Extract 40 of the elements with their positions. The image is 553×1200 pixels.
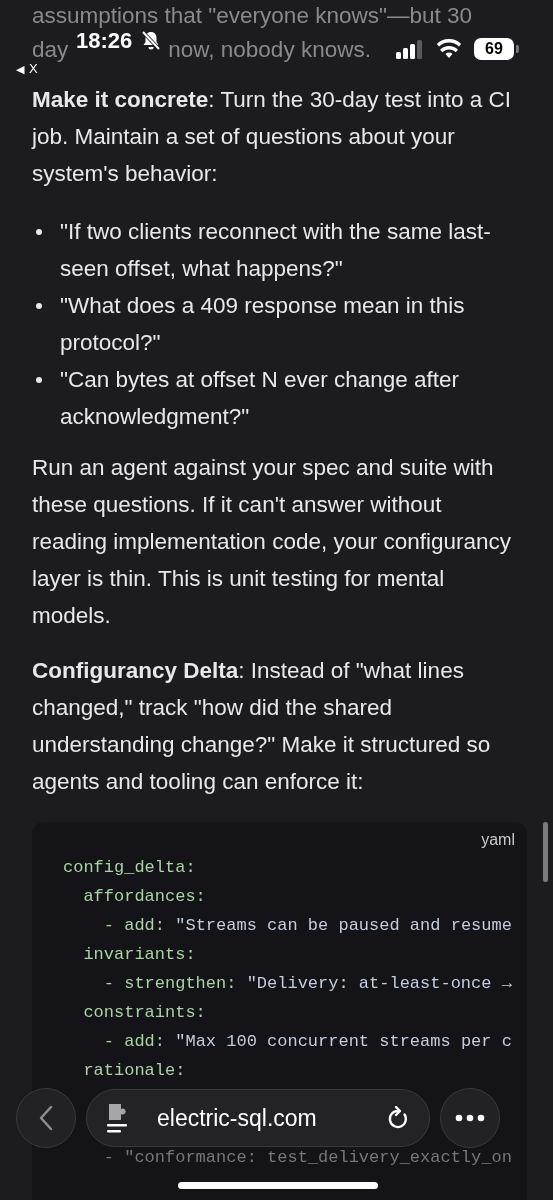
list-item-text: "If two clients reconnect with the same last-seen offset, what happens?" bbox=[60, 218, 492, 283]
bullet-icon bbox=[36, 303, 42, 309]
paragraph-text: Run an agent against your spec and suite with these questions. If it can't answer without reading implementation code, your configurancy layer is thin. This is unit testing for mental models. bbox=[32, 454, 513, 630]
code-text: "Streams can be paused and resume bbox=[174, 915, 512, 937]
paragraph-text: Configurancy Delta: Instead of "what lines changed," track "how did the shared understanding change?" Make it structured so agents and tooling can enforce it: bbox=[32, 657, 492, 796]
more-icon bbox=[455, 1114, 485, 1122]
code-text: affordances: bbox=[82, 886, 206, 908]
bell-muted-icon bbox=[141, 30, 161, 52]
code-text: - add: bbox=[102, 1031, 166, 1053]
code-text: config_delta: bbox=[63, 857, 196, 879]
wifi-icon bbox=[436, 39, 462, 59]
reload-icon[interactable] bbox=[387, 1106, 409, 1130]
puzzle-page-icon bbox=[107, 1103, 129, 1133]
code-text: - strengthen: bbox=[102, 973, 237, 995]
code-text: rationale: bbox=[82, 1060, 186, 1082]
back-link[interactable]: X bbox=[29, 61, 38, 77]
bullet-icon bbox=[36, 229, 42, 235]
status-time: 18:26 bbox=[76, 28, 133, 55]
signal-icon bbox=[396, 39, 424, 59]
paragraph-text: Make it concrete: Turn the 30-day test into a CI job. Maintain a set of questions about your system's behavior: bbox=[32, 86, 512, 188]
back-arrow-icon[interactable]: ◀ bbox=[16, 61, 24, 77]
paragraph-text: now, nobody knows. bbox=[168, 39, 371, 61]
code-text: - add: bbox=[102, 915, 166, 937]
scrollbar-thumb bbox=[543, 822, 548, 882]
code-text: "Delivery: at-least-once → bbox=[245, 973, 512, 995]
language-label: yaml bbox=[481, 830, 515, 850]
list-item-text: "What does a 409 response mean in this protocol?" bbox=[60, 292, 466, 357]
bullet-icon bbox=[36, 377, 42, 383]
list-item-text: "Can bytes at offset N ever change after acknowledgment?" bbox=[60, 366, 461, 431]
url-text: electric-sql.com bbox=[157, 1104, 317, 1132]
paragraph-text: day bbox=[32, 39, 69, 61]
paragraph-text: assumptions that "everyone knows"—but 30 bbox=[32, 2, 472, 30]
code-text: - "conformance: test_delivery_exactly_on bbox=[102, 1147, 512, 1169]
address-bar[interactable]: electric-sql.com bbox=[86, 1089, 430, 1147]
code-text: invariants: bbox=[82, 944, 196, 966]
battery-tip-icon bbox=[516, 45, 519, 53]
chevron-left-icon bbox=[39, 1105, 53, 1131]
code-text: "Max 100 concurrent streams per c bbox=[174, 1031, 512, 1053]
battery-icon: 69 bbox=[474, 38, 514, 60]
code-text: constraints: bbox=[82, 1002, 206, 1024]
